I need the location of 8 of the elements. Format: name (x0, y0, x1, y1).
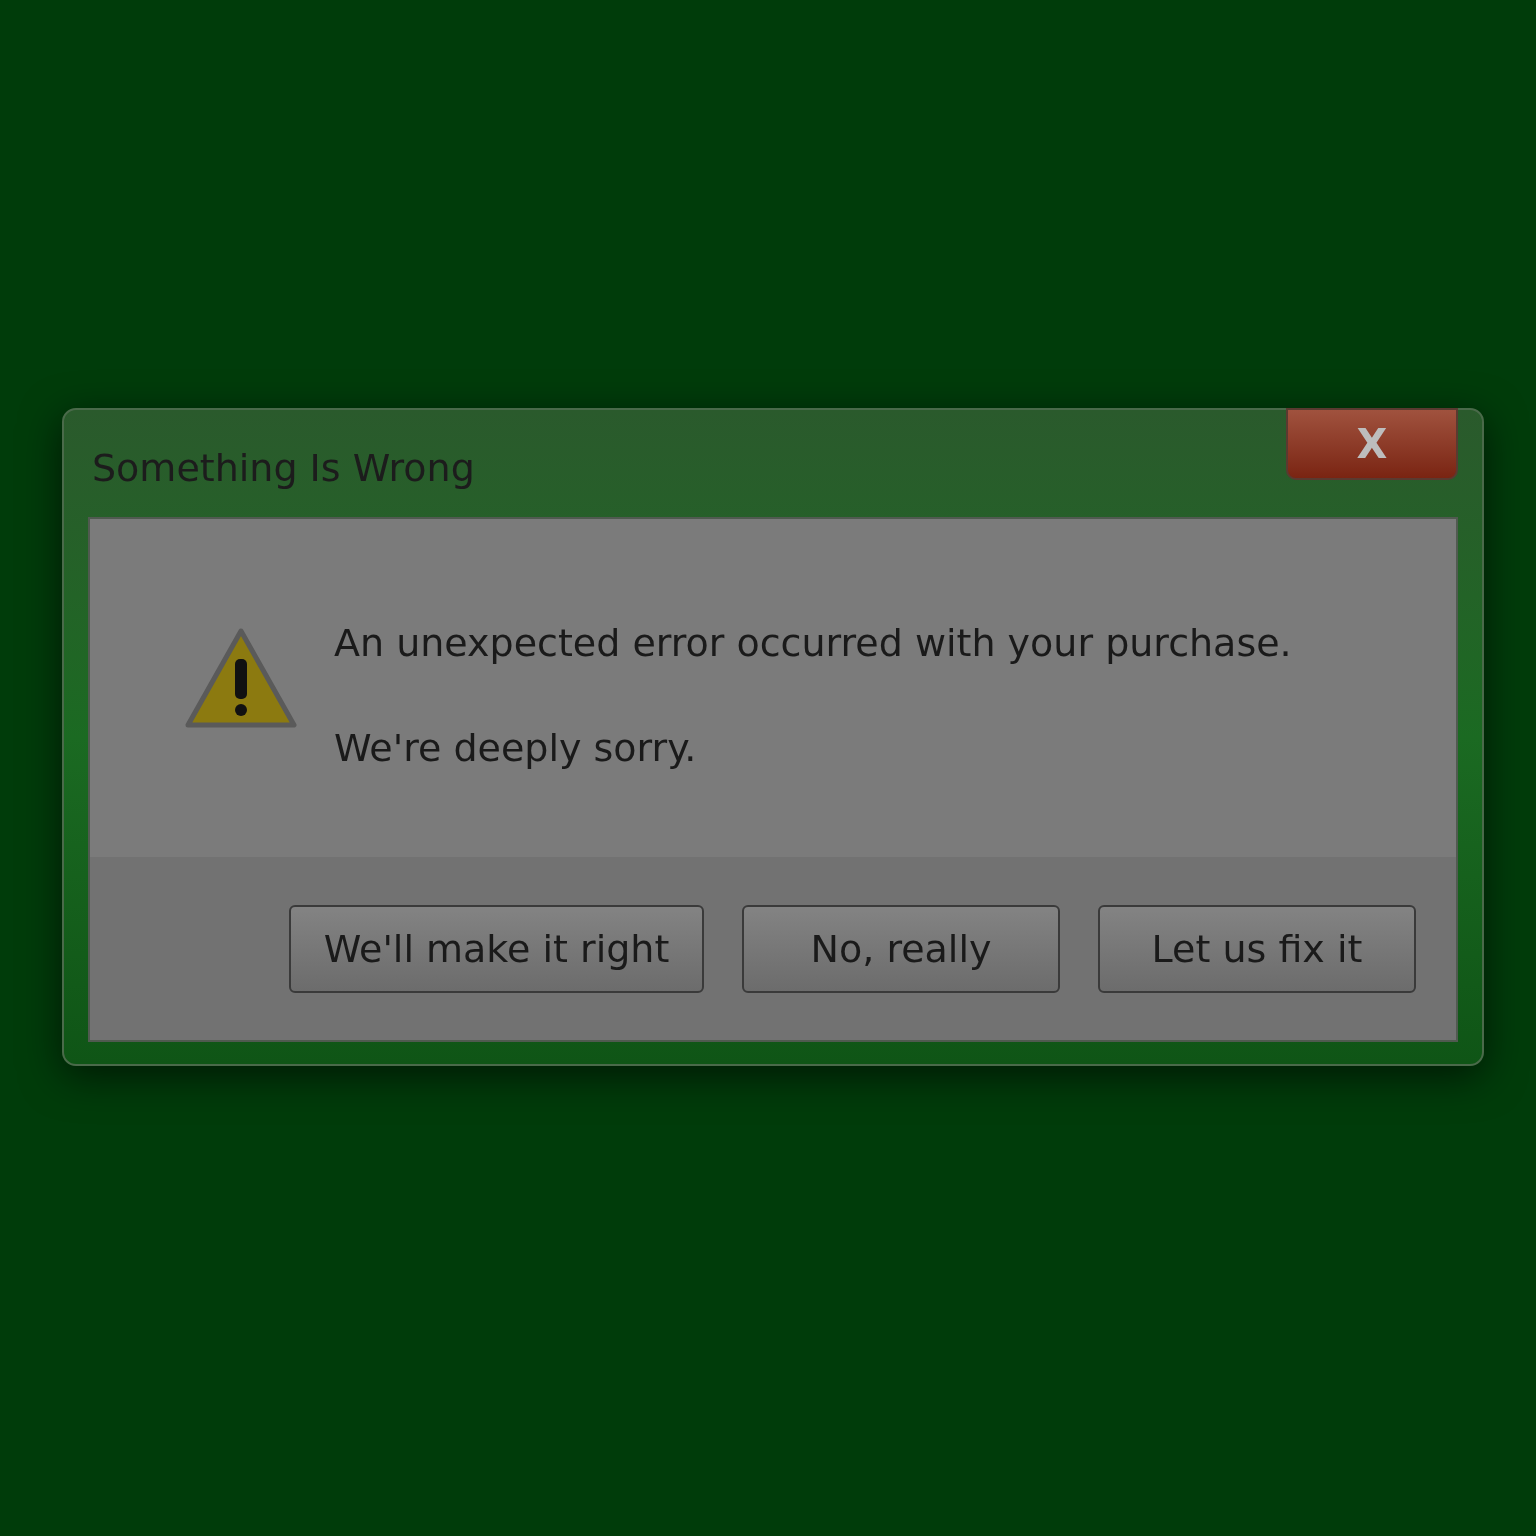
warning-icon (184, 627, 298, 729)
close-button[interactable]: X (1286, 408, 1458, 480)
dialog-button[interactable]: We'll make it right (289, 905, 704, 993)
dialog-button[interactable]: No, really (742, 905, 1060, 993)
window-title: Something Is Wrong (92, 445, 475, 492)
dialog-button[interactable]: Let us fix it (1098, 905, 1416, 993)
message-text: An unexpected error occurred with your purchase. (334, 620, 1292, 667)
message-text: We're deeply sorry. (334, 725, 698, 772)
